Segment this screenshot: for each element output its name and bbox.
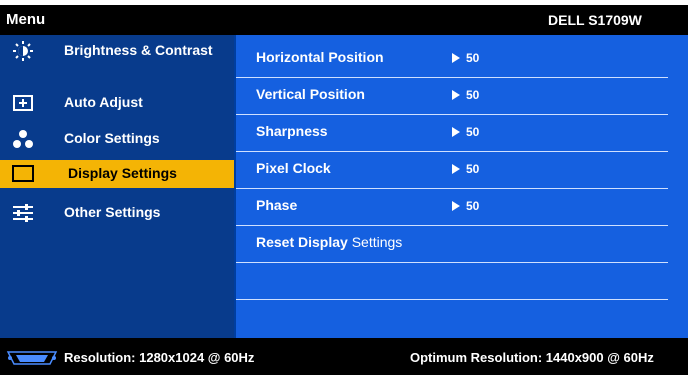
nav-label: Auto Adjust	[64, 94, 143, 110]
setting-label: Phase	[256, 197, 298, 213]
nav-item-other-settings[interactable]: Other Settings	[0, 199, 234, 227]
monitor-osd: Menu DELL S1709W Brightness & Contrast A…	[0, 5, 688, 375]
settings-panel: Horizontal Position 50 Vertical Position…	[236, 35, 688, 338]
optimum-resolution: Optimum Resolution: 1440x900 @ 60Hz	[410, 350, 654, 365]
nav-label: Color Settings	[64, 130, 160, 146]
model-name: DELL S1709W	[548, 12, 642, 28]
other-settings-icon	[13, 204, 33, 222]
setting-label: Horizontal Position	[256, 49, 384, 65]
setting-value: 50	[466, 162, 480, 176]
arrow-right-icon	[452, 90, 460, 100]
setting-pixel-clock[interactable]: Pixel Clock 50	[236, 152, 668, 189]
setting-label: Pixel Clock	[256, 160, 331, 176]
arrow-right-icon	[452, 127, 460, 137]
display-settings-icon	[12, 165, 34, 182]
category-menu: Brightness & Contrast Auto Adjust Color …	[0, 35, 234, 338]
setting-vertical-position[interactable]: Vertical Position 50	[236, 78, 668, 115]
setting-horizontal-position[interactable]: Horizontal Position 50	[236, 41, 668, 78]
nav-label: Display Settings	[68, 165, 177, 181]
reset-display-settings[interactable]: Reset Display Settings	[236, 226, 668, 263]
setting-value: 50	[466, 51, 480, 65]
nav-label: Other Settings	[64, 204, 161, 220]
nav-item-auto-adjust[interactable]: Auto Adjust	[0, 89, 234, 117]
empty-row	[236, 263, 668, 300]
color-settings-icon	[13, 130, 33, 148]
vga-connector-icon	[6, 351, 58, 365]
arrow-right-icon	[452, 53, 460, 63]
nav-item-brightness-contrast[interactable]: Brightness & Contrast	[0, 37, 234, 65]
reset-label-bold: Reset Display	[256, 234, 348, 250]
nav-item-color-settings[interactable]: Color Settings	[0, 125, 234, 153]
auto-adjust-icon	[13, 95, 33, 111]
status-bar: Resolution: 1280x1024 @ 60Hz Optimum Res…	[0, 338, 688, 375]
setting-label: Vertical Position	[256, 86, 365, 102]
setting-phase[interactable]: Phase 50	[236, 189, 668, 226]
osd-header: Menu DELL S1709W	[0, 5, 688, 35]
setting-value: 50	[466, 199, 480, 213]
setting-label: Sharpness	[256, 123, 328, 139]
menu-title: Menu	[6, 11, 46, 28]
nav-label: Brightness & Contrast	[64, 42, 213, 58]
setting-sharpness[interactable]: Sharpness 50	[236, 115, 668, 152]
arrow-right-icon	[452, 164, 460, 174]
empty-row	[236, 300, 668, 336]
arrow-right-icon	[452, 201, 460, 211]
reset-label-normal: Settings	[347, 234, 403, 250]
current-resolution: Resolution: 1280x1024 @ 60Hz	[64, 350, 255, 365]
brightness-icon	[13, 41, 33, 61]
setting-value: 50	[466, 88, 480, 102]
setting-value: 50	[466, 125, 480, 139]
nav-item-display-settings[interactable]: Display Settings	[0, 160, 234, 188]
